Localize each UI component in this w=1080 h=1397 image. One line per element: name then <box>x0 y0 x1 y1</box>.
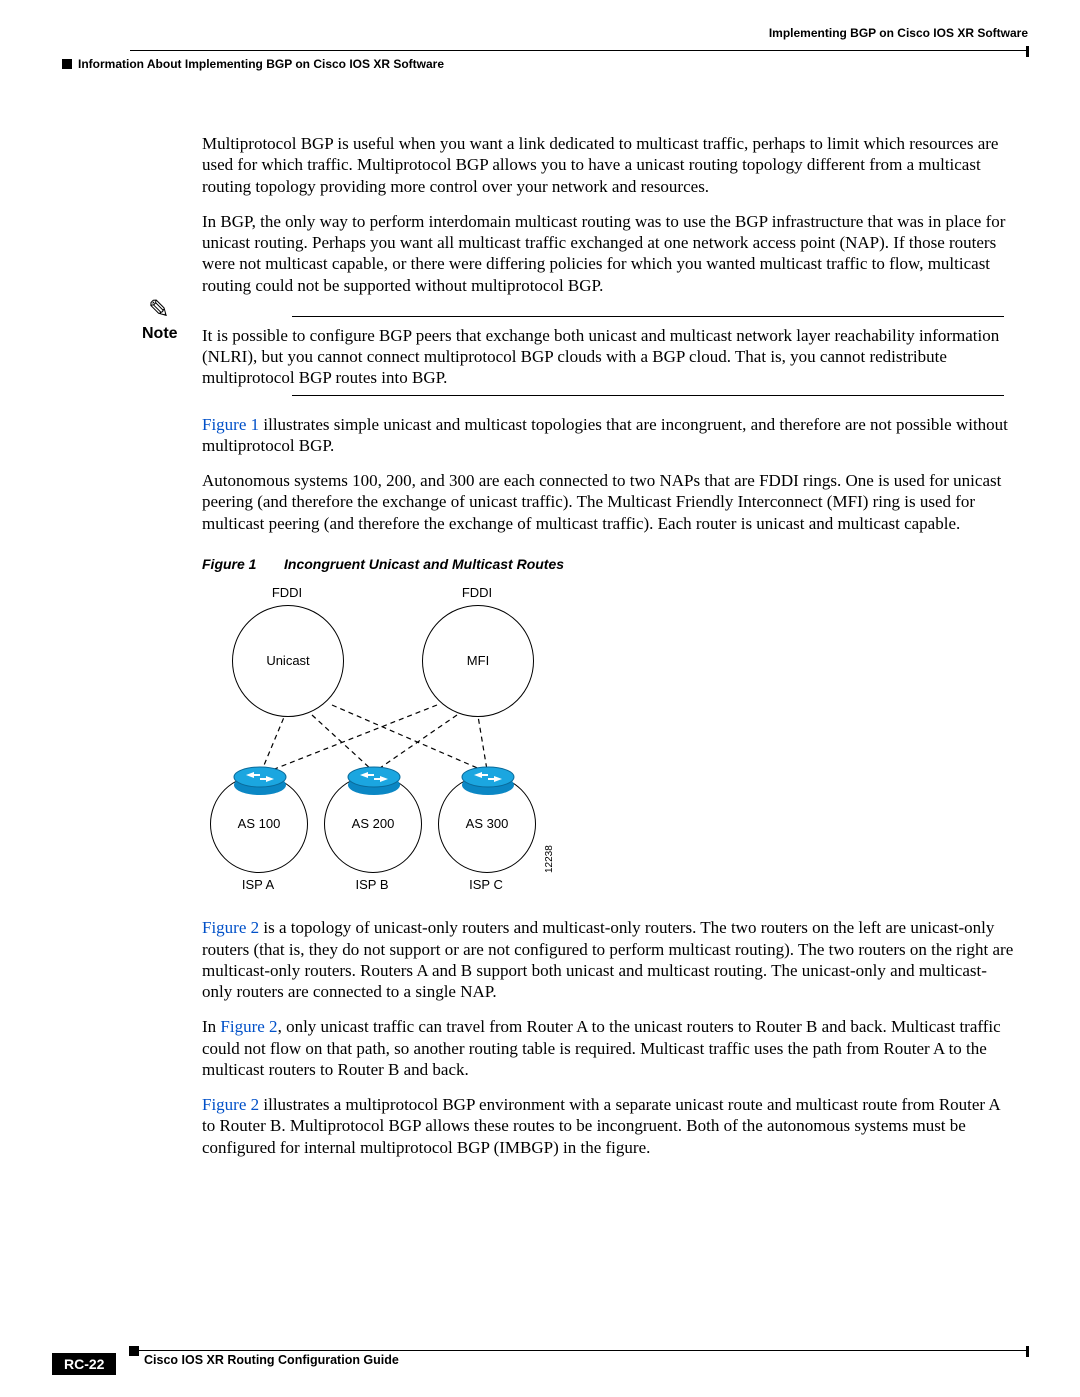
figure-link[interactable]: Figure 2 <box>220 1017 277 1036</box>
doc-title: Cisco IOS XR Routing Configuration Guide <box>144 1353 1028 1367</box>
section-header: Information About Implementing BGP on Ci… <box>62 55 1028 73</box>
figure-number: Figure 1 <box>202 556 284 574</box>
paragraph: In Figure 2, only unicast traffic can tr… <box>202 1016 1016 1080</box>
pencil-icon: ✎ <box>148 294 170 327</box>
figure-caption: Figure 1Incongruent Unicast and Multicas… <box>202 556 1016 574</box>
paragraph: Figure 2 is a topology of unicast-only r… <box>202 917 1016 1002</box>
figure-link[interactable]: Figure 1 <box>202 415 259 434</box>
unicast-ring: Unicast <box>232 605 344 717</box>
page-number: RC-22 <box>52 1353 116 1375</box>
mfi-ring: MFI <box>422 605 534 717</box>
isp-c-label: ISP C <box>456 877 516 893</box>
section-title: Information About Implementing BGP on Ci… <box>78 57 444 71</box>
router-icon <box>232 763 288 793</box>
paragraph: Autonomous systems 100, 200, and 300 are… <box>202 470 1016 534</box>
bullet-square-icon <box>62 59 72 69</box>
note-text: It is possible to configure BGP peers th… <box>202 317 1004 389</box>
page: Implementing BGP on Cisco IOS XR Softwar… <box>0 0 1080 1397</box>
page-footer: Cisco IOS XR Routing Configuration Guide… <box>52 1350 1028 1367</box>
router-icon <box>346 763 402 793</box>
fddi-label-right: FDDI <box>422 585 532 601</box>
footer-rule <box>130 1350 1028 1351</box>
paragraph: In BGP, the only way to perform interdom… <box>202 211 1016 296</box>
figure-link[interactable]: Figure 2 <box>202 1095 259 1114</box>
chapter-title: Implementing BGP on Cisco IOS XR Softwar… <box>769 26 1028 40</box>
figure-title: Incongruent Unicast and Multicast Routes <box>284 556 564 572</box>
body-text: Multiprotocol BGP is useful when you wan… <box>202 85 1016 1158</box>
router-icon <box>460 763 516 793</box>
figure-link[interactable]: Figure 2 <box>202 918 259 937</box>
fddi-label-left: FDDI <box>232 585 342 601</box>
figure-diagram: FDDI FDDI Unicast MFI AS 100 AS 200 AS 3… <box>202 585 562 905</box>
isp-b-label: ISP B <box>342 877 402 893</box>
paragraph: Figure 1 illustrates simple unicast and … <box>202 414 1016 457</box>
note-block: ✎ Note It is possible to configure BGP p… <box>52 316 1016 396</box>
paragraph: Figure 2 illustrates a multiprotocol BGP… <box>202 1094 1016 1158</box>
paragraph: Multiprotocol BGP is useful when you wan… <box>202 133 1016 197</box>
header-rule <box>130 50 1028 51</box>
image-id: 12238 <box>544 845 557 873</box>
isp-a-label: ISP A <box>228 877 288 893</box>
note-label: Note <box>142 324 178 344</box>
